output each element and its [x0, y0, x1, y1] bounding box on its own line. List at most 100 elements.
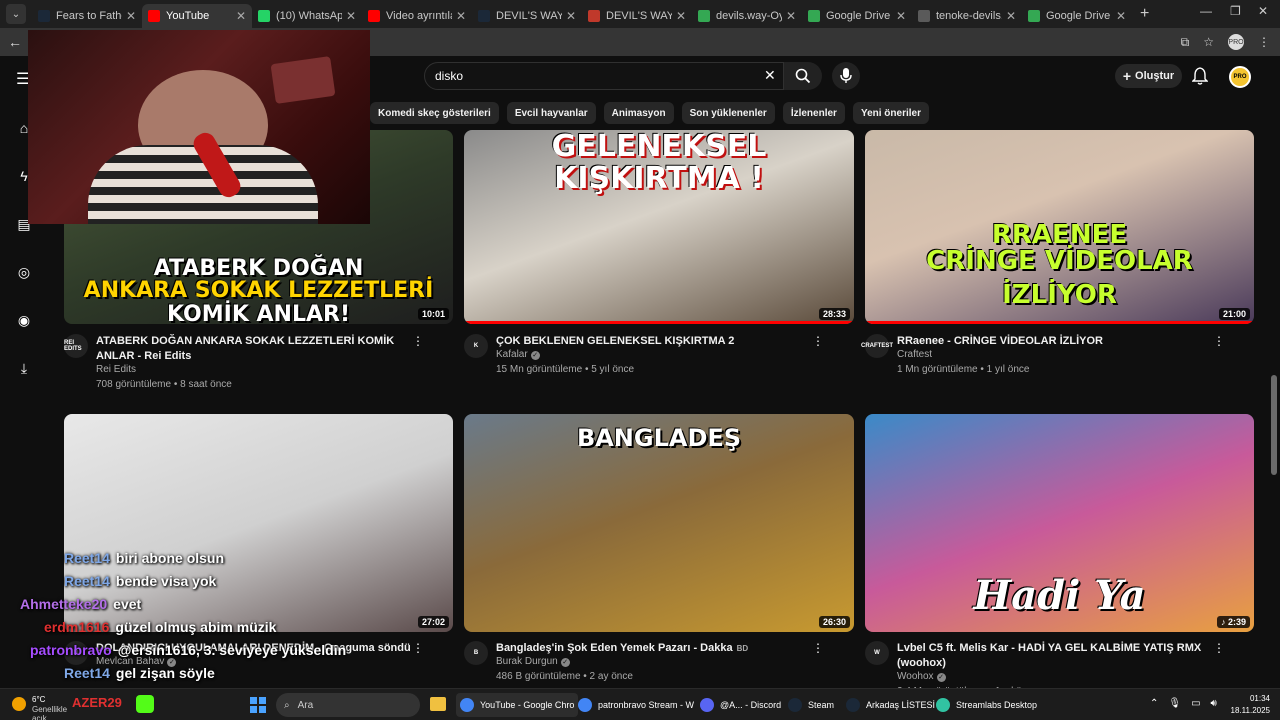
taskbar-app[interactable]: @A... - Discord: [700, 693, 781, 717]
video-options-icon[interactable]: ⋮: [412, 641, 424, 655]
taskbar-app[interactable]: Steam: [788, 693, 834, 717]
close-tab-icon[interactable]: ✕: [1006, 9, 1016, 23]
close-tab-icon[interactable]: ✕: [346, 9, 356, 23]
channel-avatar[interactable]: W: [865, 641, 889, 665]
video-title[interactable]: Lvbel C5 ft. Melis Kar - HADİ YA GEL KAL…: [897, 641, 1217, 671]
close-tab-icon[interactable]: ✕: [896, 9, 906, 23]
channel-avatar[interactable]: REI EDITS: [64, 334, 88, 358]
browser-tab[interactable]: devils.way-Oyunu ✕: [692, 4, 802, 28]
close-tab-icon[interactable]: ✕: [676, 9, 686, 23]
tab-title: Google Drive - Vi: [826, 10, 892, 22]
video-options-icon[interactable]: ⋮: [812, 641, 824, 655]
taskbar-app[interactable]: YouTube - Google Chro: [456, 693, 579, 717]
search-button[interactable]: [784, 62, 822, 90]
new-tab-button[interactable]: +: [1140, 5, 1149, 23]
video-options-icon[interactable]: ⋮: [412, 334, 424, 348]
downloads-icon[interactable]: ⤓: [16, 360, 32, 376]
browser-menu-icon[interactable]: ⋮: [1258, 35, 1270, 49]
filter-chip[interactable]: Animasyon: [603, 102, 674, 124]
browser-tab[interactable]: YouTube ✕: [142, 4, 252, 28]
back-arrow-icon[interactable]: ←: [8, 34, 22, 50]
tab-favicon-icon: [38, 10, 50, 22]
close-window-icon[interactable]: ✕: [1258, 4, 1268, 18]
channel-name[interactable]: Woohox ✓: [897, 671, 946, 682]
taskbar-app-label: YouTube - Google Chro: [480, 700, 575, 710]
video-thumbnail[interactable]: GELENEKSEL KIŞKIRTMA ! 28:33: [464, 130, 854, 324]
search-input[interactable]: disko: [424, 62, 784, 90]
notifications-bell-icon[interactable]: [1192, 67, 1208, 85]
filter-chip[interactable]: İzlenenler: [782, 102, 845, 124]
video-thumbnail[interactable]: RRAENEE CRİNGE VİDEOLAR İZLİYOR 21:00: [865, 130, 1254, 324]
channel-avatar[interactable]: B: [464, 641, 488, 665]
verified-check-icon: ✓: [530, 351, 540, 360]
video-thumbnail[interactable]: Hadi Ya ♪ 2:39: [865, 414, 1254, 632]
windows-start-icon[interactable]: [250, 697, 266, 713]
you-icon[interactable]: ◉: [16, 312, 32, 328]
profile-avatar[interactable]: PRO: [1228, 34, 1244, 50]
video-stats: 15 Mn görüntüleme • 5 yıl önce: [496, 364, 635, 375]
browser-tab[interactable]: Video ayrıntıları ✕: [362, 4, 472, 28]
taskbar-app[interactable]: patronbravo Stream - W: [578, 693, 694, 717]
microphone-tray-icon[interactable]: 🎙︎: [1168, 698, 1181, 709]
video-options-icon[interactable]: ⋮: [812, 334, 824, 348]
channel-name[interactable]: Rei Edits: [96, 364, 136, 375]
chevron-up-icon[interactable]: ⌃: [1150, 698, 1158, 709]
close-tab-icon[interactable]: ✕: [456, 9, 466, 23]
close-tab-icon[interactable]: ✕: [1116, 9, 1126, 23]
browser-tab[interactable]: Google Drive - Vi ✕: [1022, 4, 1132, 28]
browser-tab[interactable]: DEVIL'S WAY Stea ✕: [472, 4, 582, 28]
channel-name[interactable]: Kafalar ✓: [496, 349, 540, 360]
video-title[interactable]: RRaenee - CRİNGE VİDEOLAR İZLİYOR: [897, 334, 1217, 349]
live-icon[interactable]: ◎: [16, 264, 32, 280]
bookmark-star-icon[interactable]: ☆: [1203, 35, 1214, 49]
tab-search-icon[interactable]: ⌄: [6, 4, 26, 24]
volume-icon[interactable]: 🔊︎: [1211, 698, 1217, 709]
maximize-icon[interactable]: ❐: [1230, 4, 1241, 18]
chat-text: güzel olmuş abim müzik: [115, 619, 277, 635]
taskbar-app-label: Streamlabs Desktop: [956, 700, 1038, 710]
account-avatar[interactable]: PRO: [1229, 66, 1251, 88]
file-explorer-icon[interactable]: [430, 697, 446, 711]
taskbar-app[interactable]: Streamlabs Desktop: [936, 693, 1037, 717]
channel-avatar[interactable]: CRAFTEST: [861, 334, 893, 358]
chat-username: patronbravo: [30, 642, 112, 658]
video-title[interactable]: ÇOK BEKLENEN GELENEKSEL KIŞKIRTMA 2: [496, 334, 816, 349]
chat-text: @ersin1616, 3. seviyeye yükseldin: [117, 642, 347, 658]
create-button[interactable]: + Oluştur: [1115, 64, 1182, 88]
browser-tab[interactable]: tenoke-devils.way ✕: [912, 4, 1022, 28]
browser-tab[interactable]: Google Drive - Vi ✕: [802, 4, 912, 28]
thumbnail-overlay-text: KOMİK ANLAR!: [166, 302, 350, 325]
browser-tab[interactable]: DEVIL'S WAY İndir ✕: [582, 4, 692, 28]
browser-tab[interactable]: (10) WhatsApp ✕: [252, 4, 362, 28]
video-options-icon[interactable]: ⋮: [1213, 641, 1225, 655]
tab-favicon-icon: [1028, 10, 1040, 22]
channel-avatar[interactable]: K: [464, 334, 488, 358]
taskbar-app[interactable]: Arkadaş LİSTESİ: [846, 693, 935, 717]
channel-name[interactable]: Craftest: [897, 349, 932, 360]
close-tab-icon[interactable]: ✕: [566, 9, 576, 23]
filter-chip[interactable]: Yeni öneriler: [852, 102, 929, 124]
weather-widget[interactable]: 6°C Genellikle açık: [10, 693, 70, 720]
filter-chip[interactable]: Evcil hayvanlar: [506, 102, 596, 124]
video-title[interactable]: ATABERK DOĞAN ANKARA SOKAK LEZZETLERİ KO…: [96, 334, 416, 364]
clear-search-icon[interactable]: ✕: [764, 67, 776, 84]
close-tab-icon[interactable]: ✕: [236, 9, 246, 23]
voice-search-button[interactable]: [832, 62, 860, 90]
browser-tab[interactable]: Fears to Fathom ✕: [32, 4, 142, 28]
taskbar-search[interactable]: ⌕ Ara: [276, 693, 420, 717]
close-tab-icon[interactable]: ✕: [126, 9, 136, 23]
display-icon[interactable]: ▭: [1191, 698, 1200, 709]
page-scrollbar[interactable]: [1271, 375, 1277, 475]
filter-chip[interactable]: Son yüklenenler: [681, 102, 775, 124]
video-title[interactable]: Bangladeş'in Şok Eden Yemek Pazarı - Dak…: [496, 641, 816, 656]
close-tab-icon[interactable]: ✕: [786, 9, 796, 23]
verified-check-icon: ✓: [560, 658, 570, 667]
filter-chip[interactable]: Komedi skeç gösterileri: [370, 102, 499, 124]
minimize-icon[interactable]: —: [1200, 4, 1212, 18]
chat-username: Ahmetteke20: [20, 596, 108, 612]
channel-name[interactable]: Burak Durgun ✓: [496, 656, 570, 667]
video-thumbnail[interactable]: BANGLADEŞ 26:30: [464, 414, 854, 632]
clock[interactable]: 01:34 18.11.2025: [1231, 693, 1270, 717]
install-icon[interactable]: ⧉: [1181, 35, 1190, 50]
video-options-icon[interactable]: ⋮: [1213, 334, 1225, 348]
